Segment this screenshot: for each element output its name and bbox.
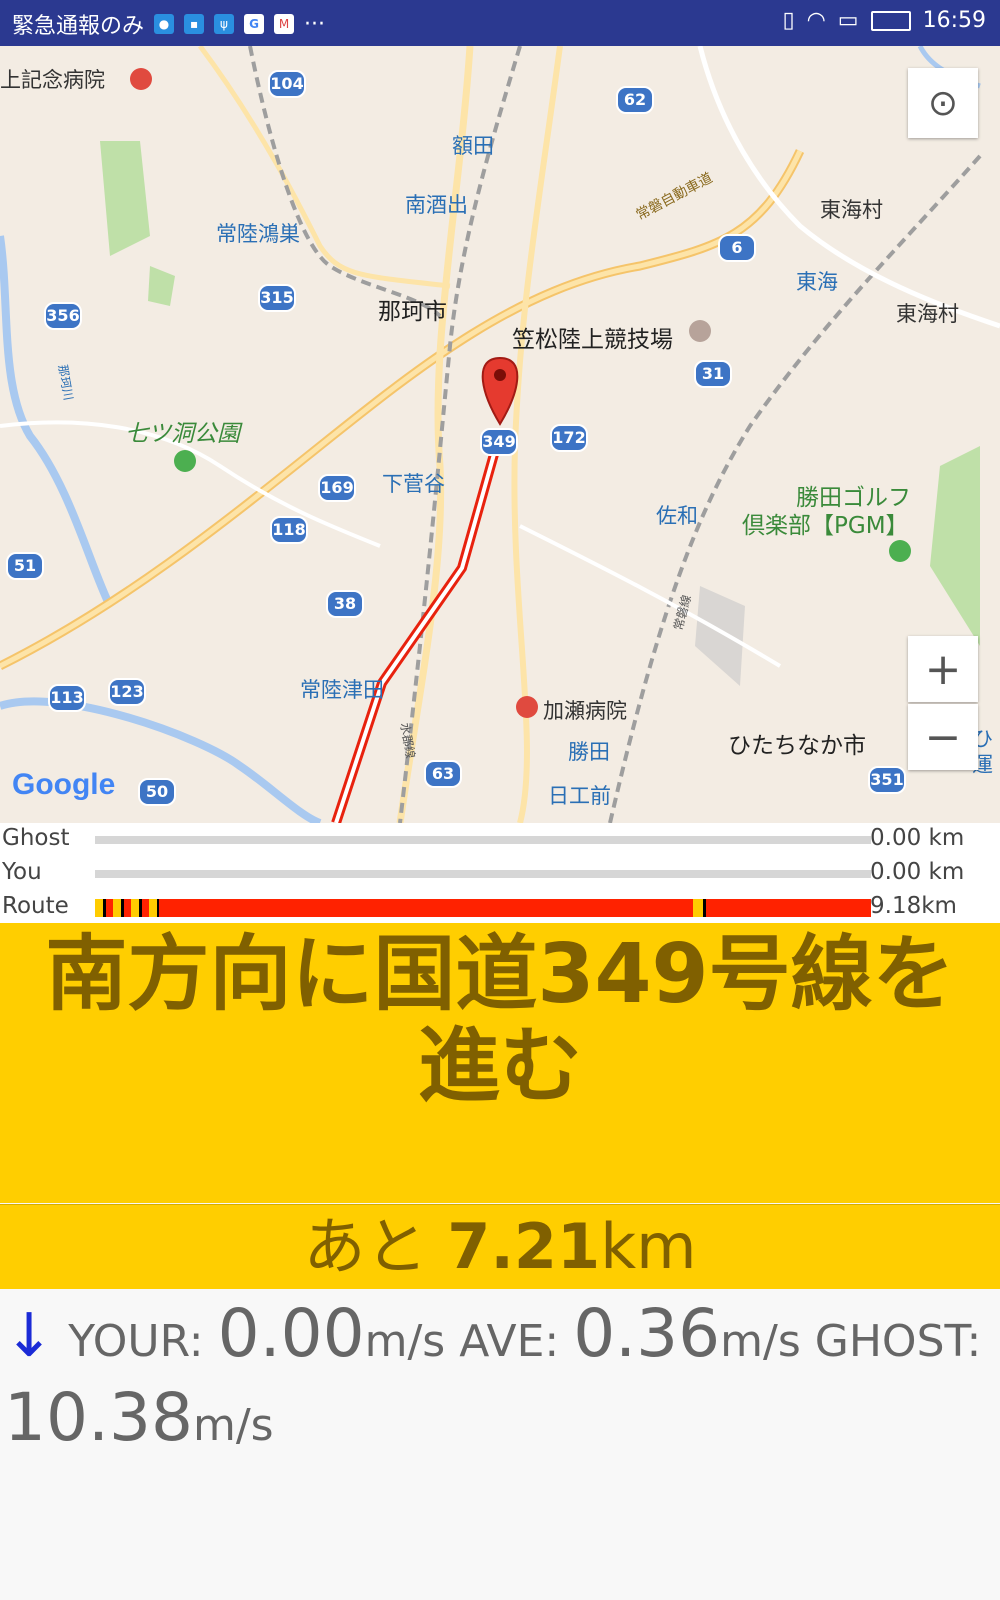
route-shield: 51: [6, 552, 44, 580]
status-time: 16:59: [922, 8, 986, 33]
map-label: 日工前: [548, 784, 611, 808]
maps-notification-icon: ●: [154, 14, 175, 34]
route-shield: 104: [268, 70, 306, 98]
map-view[interactable]: 上記念病院 額田 南酒出 常陸鴻巣 那珂市 笠松陸上競技場 東海村 東海 東海村…: [0, 46, 1000, 823]
you-progress-bar: [95, 870, 871, 878]
map-label: 東海: [796, 270, 838, 294]
status-bar-left: 緊急通報のみ ● ▪ ψ G M ···: [12, 8, 325, 40]
route-distance: 9.18km: [870, 893, 957, 919]
emergency-only-text: 緊急通報のみ: [12, 14, 145, 39]
route-shield: 63: [424, 760, 462, 788]
instruction-text: 南方向に国道349号線を進む: [45, 927, 955, 1114]
route-shield: 113: [48, 684, 86, 712]
map-label: 東海村: [896, 302, 959, 326]
ghost-speed-unit: m/s: [192, 1400, 274, 1451]
google-logo: Google: [12, 768, 115, 802]
route-shield: 50: [138, 778, 176, 806]
route-shield: 123: [108, 678, 146, 706]
average-speed-label: AVE:: [459, 1316, 574, 1367]
route-shield: 118: [270, 516, 308, 544]
remaining-unit: km: [600, 1210, 697, 1283]
ghost-speed-label: GHOST:: [814, 1316, 982, 1367]
usb-icon: ψ: [214, 14, 235, 34]
google-icon: G: [244, 14, 265, 34]
your-speed-unit: m/s: [364, 1316, 446, 1367]
map-label: 下菅谷: [382, 472, 445, 496]
your-speed-label: YOUR:: [68, 1316, 218, 1367]
map-label: 常陸鴻巣: [216, 222, 300, 246]
ghost-speed-value: 10.38: [4, 1379, 193, 1456]
map-label: 勝田: [568, 740, 610, 764]
your-speed-value: 0.00: [217, 1295, 365, 1372]
zoom-in-button[interactable]: +: [908, 636, 978, 702]
map-label: 倶楽部【PGM】: [742, 513, 909, 539]
zoom-in-icon: +: [924, 643, 962, 695]
route-progress-row: Route 9.18km: [0, 891, 1000, 925]
route-shield: 351: [868, 766, 906, 794]
map-label: 佐和: [656, 504, 698, 528]
map-label: 上記念病院: [0, 68, 105, 92]
map-label: 南酒出: [405, 193, 468, 217]
my-location-button[interactable]: ⊙: [908, 68, 978, 138]
direction-arrow-icon: ↓: [4, 1301, 55, 1371]
ghost-label: Ghost: [2, 825, 70, 851]
gmail-icon: M: [274, 14, 295, 34]
google-logo-text: Google: [12, 768, 116, 801]
vibrate-icon: ▯: [782, 8, 795, 33]
route-shield: 31: [694, 360, 732, 388]
my-location-icon: ⊙: [927, 82, 959, 124]
route-label: Route: [2, 893, 69, 919]
map-label: ひたちなか市: [728, 733, 866, 759]
map-label: 東海村: [820, 198, 883, 222]
you-label: You: [2, 859, 42, 885]
route-shield: 172: [550, 424, 588, 452]
ghost-distance: 0.00 km: [870, 825, 965, 851]
route-shield: 38: [326, 590, 364, 618]
status-bar-right: ▯ ◠ ▭ 16:59: [782, 8, 986, 33]
map-label: 那珂市: [378, 299, 447, 325]
progress-panel: Ghost 0.00 km You 0.00 km Route 9.18km: [0, 823, 1000, 923]
remaining-prefix: あと: [303, 1210, 428, 1283]
route-segment-markers: [95, 899, 159, 917]
map-label: 常陸津田: [300, 678, 384, 702]
status-bar: 緊急通報のみ ● ▪ ψ G M ··· ▯ ◠ ▭ 16:59: [0, 0, 1000, 46]
you-progress-row: You 0.00 km: [0, 857, 1000, 891]
ghost-progress-bar: [95, 836, 871, 844]
remaining-distance: あと 7.21km: [0, 1204, 1000, 1289]
route-shield: 356: [44, 302, 82, 330]
app-notification-icon: ▪: [184, 14, 205, 34]
average-speed-value: 0.36: [573, 1295, 721, 1372]
average-speed-unit: m/s: [720, 1316, 801, 1367]
data-icon: ▭: [837, 8, 859, 33]
you-distance: 0.00 km: [870, 859, 965, 885]
route-shield: 315: [258, 284, 296, 312]
map-label: 加瀬病院: [543, 699, 627, 723]
more-notifications-icon: ···: [304, 11, 325, 37]
map-label: 七ツ洞公園: [125, 421, 240, 447]
speed-readout: ↓ YOUR: 0.00m/s AVE: 0.36m/s GHOST: 10.3…: [0, 1296, 1000, 1464]
zoom-out-button[interactable]: −: [908, 704, 978, 770]
route-shield: 62: [616, 86, 654, 114]
remaining-value: 7.21: [447, 1210, 601, 1283]
navigation-instruction: 南方向に国道349号線を進む: [0, 923, 1000, 1203]
route-segment-marker: [693, 899, 706, 917]
ghost-progress-row: Ghost 0.00 km: [0, 823, 1000, 857]
route-progress-bar: [95, 899, 871, 917]
map-label: 額田: [452, 134, 494, 158]
battery-icon: [870, 10, 911, 31]
zoom-out-icon: −: [924, 711, 962, 763]
route-shield: 6: [718, 234, 756, 262]
route-shield: 169: [318, 474, 356, 502]
wifi-icon: ◠: [806, 8, 826, 33]
map-label: 笠松陸上競技場: [512, 327, 673, 353]
route-shield: 349: [480, 428, 518, 456]
